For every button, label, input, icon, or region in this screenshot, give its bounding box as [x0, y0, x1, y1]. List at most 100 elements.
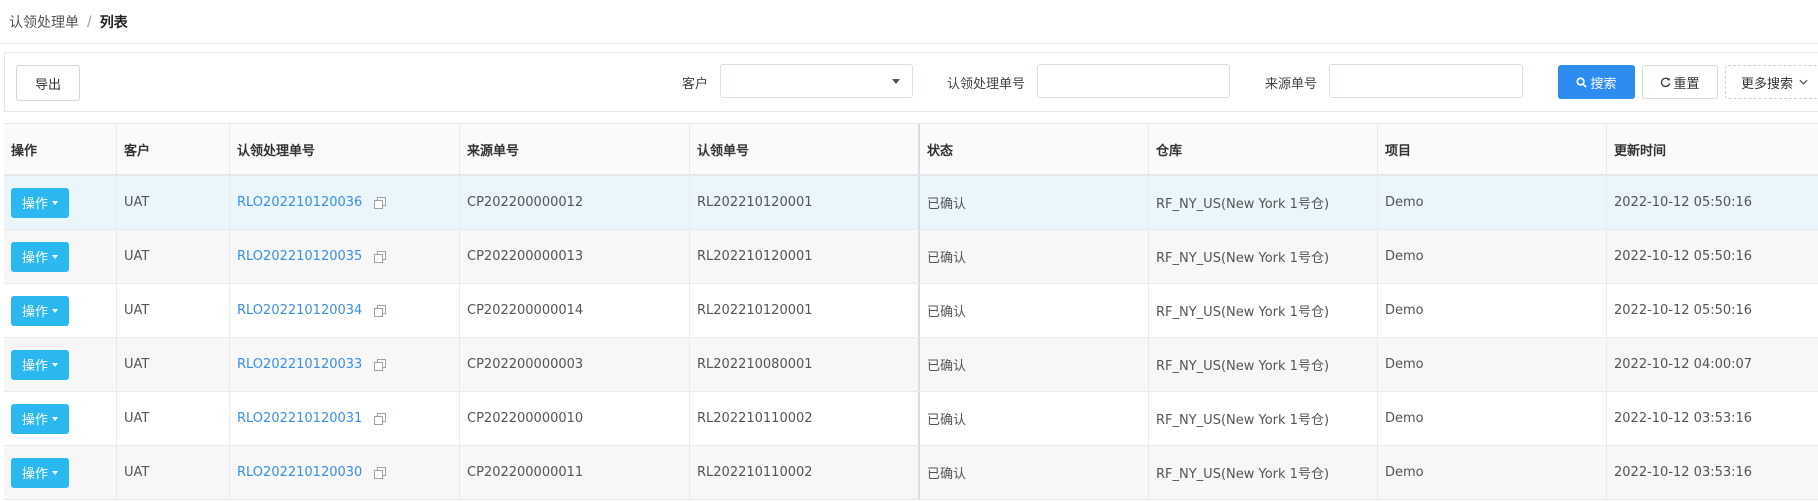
customer-cell: UAT: [117, 392, 230, 445]
claim-order-link[interactable]: RLO202210120036: [237, 195, 362, 210]
updated-text: 2022-10-12 03:53:16: [1614, 411, 1753, 426]
warehouse-text: RF_NY_US(New York 1号仓): [1156, 359, 1330, 374]
customer-cell: UAT: [117, 338, 230, 391]
row-action-label: 操作: [21, 197, 48, 212]
status-text: 已确认: [927, 305, 967, 320]
updated-cell: 2022-10-12 05:50:16: [1607, 176, 1818, 229]
copy-icon[interactable]: [374, 466, 387, 479]
table-row[interactable]: 操作 UAT RLO202210120031 CP202200000010 RL2022…: [4, 392, 1818, 446]
row-action-button[interactable]: 操作: [11, 241, 69, 272]
reset-button[interactable]: 重置: [1642, 65, 1718, 99]
source-order-input[interactable]: [1329, 64, 1523, 98]
table-row[interactable]: 操作 UAT RLO202210120033 CP202200000003 RL2022…: [4, 338, 1818, 392]
customer-text: UAT: [124, 411, 150, 426]
table-row[interactable]: 操作 UAT RLO202210120036 CP202200000012 RL2022…: [4, 176, 1818, 230]
customer-cell: UAT: [117, 284, 230, 337]
column-header[interactable]: 认领单号: [690, 124, 920, 174]
warehouse-cell: RF_NY_US(New York 1号仓): [1149, 176, 1378, 229]
customer-cell: UAT: [117, 230, 230, 283]
updated-text: 2022-10-12 03:53:16: [1614, 465, 1753, 480]
row-action-button[interactable]: 操作: [11, 403, 69, 434]
search-button[interactable]: 搜索: [1558, 65, 1635, 99]
table-row[interactable]: 操作 UAT RLO202210120030 CP202200000011 RL2022…: [4, 446, 1818, 500]
status-cell: 已确认: [920, 284, 1149, 337]
breadcrumb-parent[interactable]: 认领处理单: [9, 12, 79, 32]
claim-order-link[interactable]: RLO202210120031: [237, 411, 362, 426]
project-cell: Demo: [1378, 284, 1607, 337]
customer-cell: UAT: [117, 446, 230, 499]
claim-ref-cell: RL202210120001: [690, 230, 920, 283]
project-cell: Demo: [1378, 392, 1607, 445]
claim-no-cell: RLO202210120034: [230, 284, 460, 337]
claim-ref-text: RL202210110002: [697, 411, 813, 426]
column-header[interactable]: 仓库: [1149, 124, 1378, 174]
updated-cell: 2022-10-12 03:53:16: [1607, 392, 1818, 445]
row-action-label: 操作: [21, 251, 48, 266]
warehouse-text: RF_NY_US(New York 1号仓): [1156, 305, 1330, 320]
claim-order-link[interactable]: RLO202210120034: [237, 303, 362, 318]
project-cell: Demo: [1378, 176, 1607, 229]
search-button-label: 搜索: [1590, 76, 1617, 92]
claim-order-input[interactable]: [1037, 64, 1230, 98]
project-cell: Demo: [1378, 446, 1607, 499]
caret-down-icon: [52, 308, 58, 313]
table-row[interactable]: 操作 UAT RLO202210120034 CP202200000014 RL2022…: [4, 284, 1818, 338]
caret-down-icon: [52, 200, 58, 205]
row-action-label: 操作: [21, 305, 48, 320]
project-cell: Demo: [1378, 230, 1607, 283]
caret-down-icon: [52, 362, 58, 367]
chevron-down-icon: [1799, 79, 1808, 85]
table-row[interactable]: 操作 UAT RLO202210120035 CP202200000013 RL2022…: [4, 230, 1818, 284]
column-header[interactable]: 状态: [920, 124, 1149, 174]
copy-icon[interactable]: [374, 250, 387, 263]
column-header[interactable]: 更新时间: [1607, 124, 1818, 174]
copy-icon[interactable]: [374, 412, 387, 425]
reset-button-label: 重置: [1673, 76, 1700, 92]
claim-ref-text: RL202210120001: [697, 249, 813, 264]
row-action-button[interactable]: 操作: [11, 187, 69, 218]
copy-icon[interactable]: [374, 358, 387, 371]
claim-order-link[interactable]: RLO202210120030: [237, 465, 362, 480]
caret-down-icon: [52, 416, 58, 421]
filter-bar: 导出 客户 认领处理单号 来源单号 搜索 重置 更多搜索: [4, 52, 1818, 112]
source-order-label: 来源单号: [1265, 77, 1318, 92]
source-no-cell: CP202200000013: [460, 230, 690, 283]
source-no-cell: CP202200000003: [460, 338, 690, 391]
column-header[interactable]: 来源单号: [460, 124, 690, 174]
warehouse-cell: RF_NY_US(New York 1号仓): [1149, 230, 1378, 283]
column-header[interactable]: 认领处理单号: [230, 124, 460, 174]
claim-order-link[interactable]: RLO202210120035: [237, 249, 362, 264]
row-action-button[interactable]: 操作: [11, 457, 69, 488]
updated-cell: 2022-10-12 05:50:16: [1607, 284, 1818, 337]
op-cell: 操作: [4, 446, 117, 499]
op-cell: 操作: [4, 392, 117, 445]
project-text: Demo: [1385, 249, 1424, 264]
column-header[interactable]: 项目: [1378, 124, 1607, 174]
updated-text: 2022-10-12 05:50:16: [1614, 249, 1753, 264]
copy-icon[interactable]: [374, 304, 387, 317]
more-search-button[interactable]: 更多搜索: [1725, 65, 1818, 99]
source-no-text: CP202200000012: [467, 195, 584, 210]
caret-down-icon: [52, 254, 58, 259]
source-no-text: CP202200000013: [467, 249, 584, 264]
warehouse-text: RF_NY_US(New York 1号仓): [1156, 413, 1330, 428]
row-action-button[interactable]: 操作: [11, 295, 69, 326]
claim-no-cell: RLO202210120030: [230, 446, 460, 499]
claim-no-cell: RLO202210120031: [230, 392, 460, 445]
export-button[interactable]: 导出: [16, 65, 80, 101]
column-header[interactable]: 客户: [117, 124, 230, 174]
copy-icon[interactable]: [374, 196, 387, 209]
source-no-text: CP202200000003: [467, 357, 584, 372]
customer-select[interactable]: [720, 64, 913, 98]
claim-order-link[interactable]: RLO202210120033: [237, 357, 362, 372]
claim-ref-cell: RL202210080001: [690, 338, 920, 391]
row-action-button[interactable]: 操作: [11, 349, 69, 380]
updated-cell: 2022-10-12 04:00:07: [1607, 338, 1818, 391]
column-header[interactable]: 操作: [4, 124, 117, 174]
project-text: Demo: [1385, 195, 1424, 210]
op-cell: 操作: [4, 230, 117, 283]
row-action-label: 操作: [21, 413, 48, 428]
status-cell: 已确认: [920, 446, 1149, 499]
search-icon: [1576, 76, 1588, 88]
claim-no-cell: RLO202210120036: [230, 176, 460, 229]
